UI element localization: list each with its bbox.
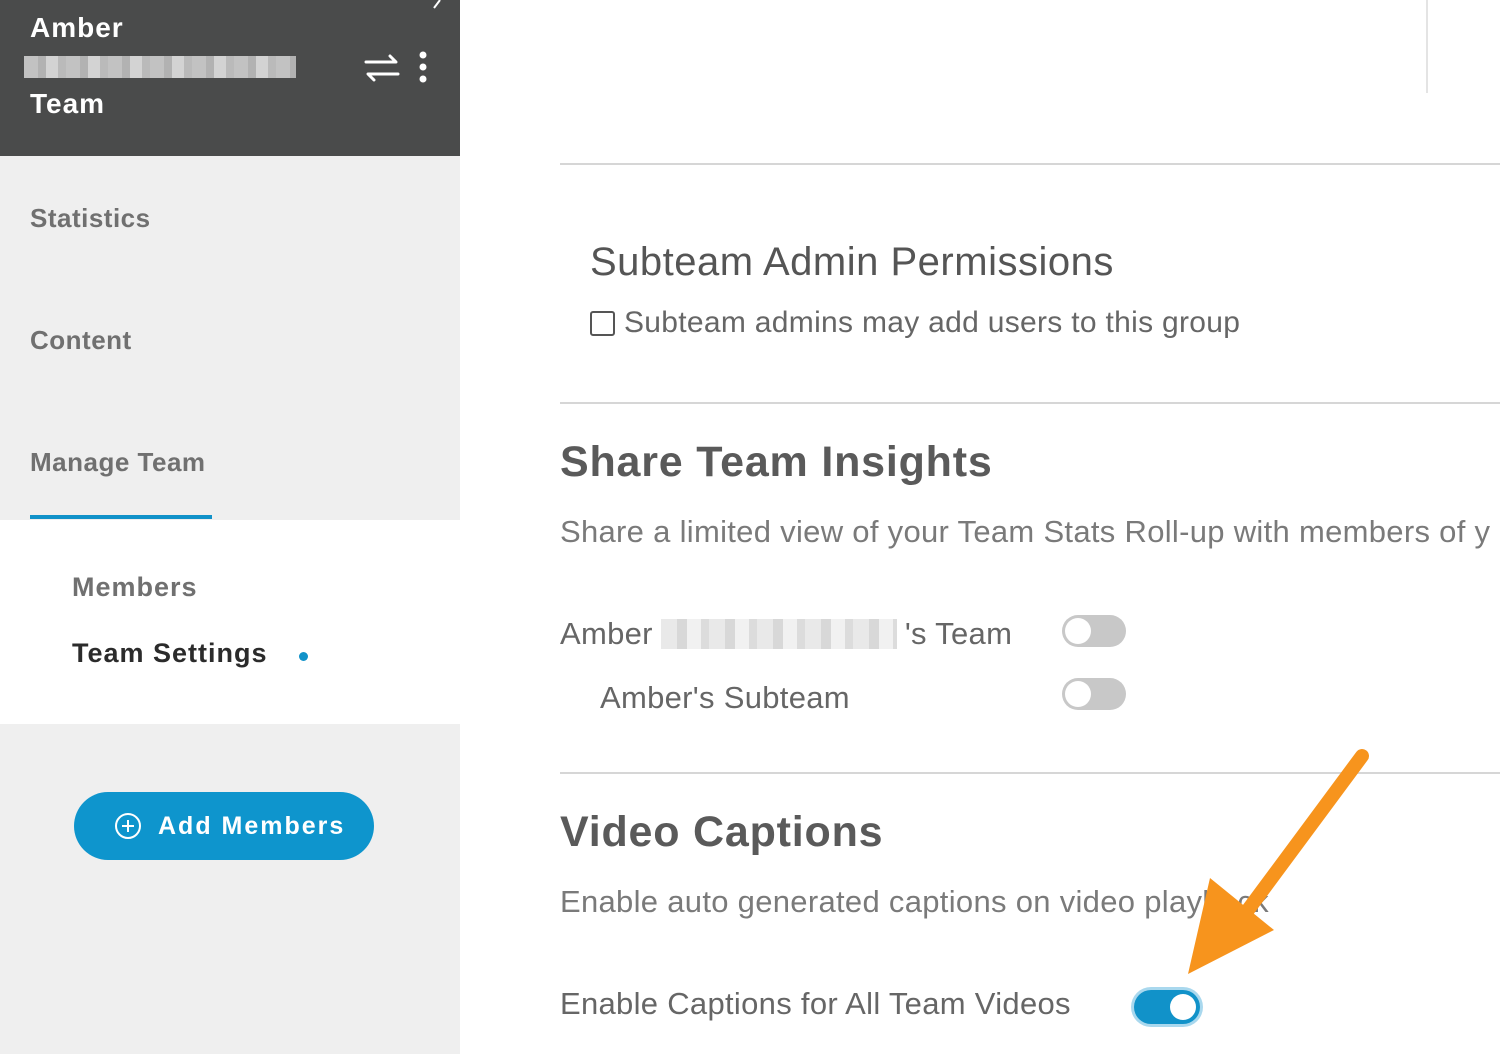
subteam-admin-checkbox[interactable] bbox=[590, 310, 615, 336]
subteam-admin-checkbox-row[interactable]: Subteam admins may add users to this gro… bbox=[590, 306, 1240, 340]
nav-statistics[interactable]: Statistics bbox=[30, 203, 151, 234]
toggle-knob bbox=[1065, 618, 1091, 644]
manage-team-subnav: Members Team Settings bbox=[0, 520, 460, 724]
video-captions-description: Enable auto generated captions on video … bbox=[560, 884, 1269, 919]
active-indicator-dot bbox=[299, 652, 308, 661]
share-insights-description: Share a limited view of your Team Stats … bbox=[560, 514, 1491, 549]
add-members-button[interactable]: Add Members bbox=[74, 792, 374, 860]
subnav-members[interactable]: Members bbox=[72, 572, 198, 603]
subteam-admin-checkbox-label: Subteam admins may add users to this gro… bbox=[624, 306, 1241, 339]
subteam-admin-title: Subteam Admin Permissions bbox=[590, 240, 1114, 284]
toggle-knob bbox=[1170, 994, 1196, 1020]
captions-toggle-label: Enable Captions for All Team Videos bbox=[560, 986, 1071, 1021]
team-toggle-label-prefix: Amber bbox=[560, 616, 653, 651]
team-insights-toggle[interactable] bbox=[1062, 615, 1126, 647]
subteam-toggle-label: Amber's Subteam bbox=[600, 680, 850, 715]
team-header: Amber Team bbox=[0, 0, 460, 156]
divider bbox=[560, 163, 1500, 165]
swap-arrows-icon[interactable] bbox=[362, 50, 402, 86]
chevron-left-icon[interactable] bbox=[430, 0, 446, 10]
active-nav-underline bbox=[30, 515, 212, 519]
divider-vertical bbox=[1426, 0, 1428, 93]
redacted-name bbox=[660, 619, 897, 649]
annotation-arrow-icon bbox=[1188, 749, 1369, 974]
subnav-team-settings[interactable]: Team Settings bbox=[72, 638, 268, 669]
vertical-dots-icon[interactable] bbox=[414, 50, 432, 86]
team-name-first: Amber bbox=[30, 12, 124, 43]
sidebar: Amber Team Statistics Content Manage Tea… bbox=[0, 0, 460, 1054]
captions-toggle[interactable] bbox=[1134, 990, 1200, 1024]
toggle-knob bbox=[1065, 681, 1091, 707]
team-name-last: Team bbox=[30, 88, 106, 119]
video-captions-title: Video Captions bbox=[560, 808, 884, 856]
nav-content[interactable]: Content bbox=[30, 325, 132, 356]
subteam-insights-toggle[interactable] bbox=[1062, 678, 1126, 710]
divider bbox=[560, 402, 1500, 404]
share-insights-title: Share Team Insights bbox=[560, 438, 993, 486]
team-toggle-label-suffix: 's Team bbox=[904, 616, 1013, 651]
plus-circle-icon bbox=[115, 813, 141, 839]
add-members-label: Add Members bbox=[158, 811, 346, 840]
redacted-team-name bbox=[24, 56, 296, 78]
team-toggle-label: Amber 's Team bbox=[560, 616, 1012, 652]
nav-manage-team[interactable]: Manage Team bbox=[30, 447, 206, 478]
